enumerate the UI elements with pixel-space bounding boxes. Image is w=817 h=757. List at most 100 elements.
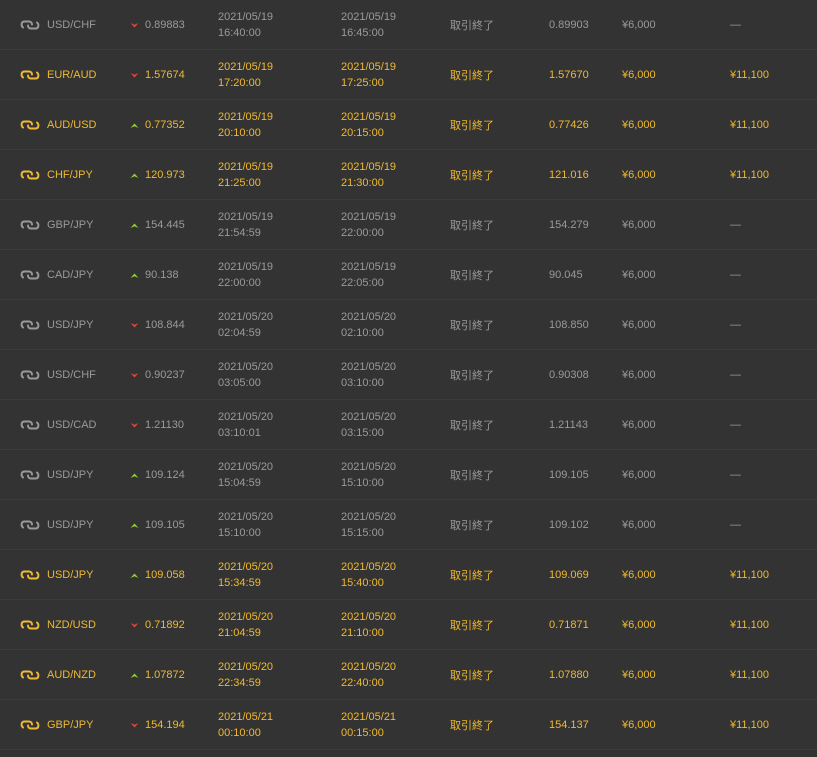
- open-time-cell: 2021/05/21 00:10:00: [218, 700, 273, 750]
- end-rate: 1.57670: [549, 69, 589, 81]
- low-arrow-icon: [130, 71, 139, 80]
- end-rate-cell: 90.045: [549, 250, 583, 300]
- close-date: 2021/05/20: [341, 411, 397, 423]
- trade-row-8[interactable]: USD/CHF 0.90237 2021/05/20 03:05:00 2021…: [0, 350, 817, 400]
- currency-pair-label: USD/CHF: [47, 19, 96, 31]
- entry-rate-cell: 0.89883: [130, 0, 185, 50]
- currency-pair-icon: [20, 318, 40, 332]
- trade-row-11[interactable]: USD/JPY 109.105 2021/05/20 15:10:00 2021…: [0, 500, 817, 550]
- payout-amount: —: [730, 319, 741, 331]
- entry-rate-cell: 154.445: [130, 200, 185, 250]
- status-cell: 取引終了: [450, 600, 494, 650]
- trade-row-6[interactable]: CAD/JPY 90.138 2021/05/19 22:00:00 2021/…: [0, 250, 817, 300]
- open-time: 15:04:59: [218, 477, 261, 489]
- trade-row-7[interactable]: USD/JPY 108.844 2021/05/20 02:04:59 2021…: [0, 300, 817, 350]
- entry-rate-cell: 90.138: [130, 250, 179, 300]
- trade-row-5[interactable]: GBP/JPY 154.445 2021/05/19 21:54:59 2021…: [0, 200, 817, 250]
- close-time-cell: 2021/05/19 22:05:00: [341, 250, 396, 300]
- open-date: 2021/05/20: [218, 611, 274, 623]
- open-time-cell: 2021/05/20 21:04:59: [218, 600, 273, 650]
- currency-pair-label: CHF/JPY: [47, 169, 93, 181]
- payout-amount: ¥11,100: [730, 619, 769, 631]
- open-time-cell: 2021/05/20 15:34:59: [218, 550, 273, 600]
- entry-rate: 0.90237: [145, 369, 185, 381]
- close-time-cell: 2021/05/20 15:10:00: [341, 450, 396, 500]
- end-rate-cell: 0.71871: [549, 600, 589, 650]
- trade-row-3[interactable]: AUD/USD 0.77352 2021/05/19 20:10:00 2021…: [0, 100, 817, 150]
- pair-cell: USD/CHF: [20, 350, 96, 400]
- close-date: 2021/05/19: [341, 161, 397, 173]
- purchase-amount: ¥6,000: [622, 669, 656, 681]
- close-time: 21:30:00: [341, 177, 384, 189]
- trade-row-12[interactable]: USD/JPY 109.058 2021/05/20 15:34:59 2021…: [0, 550, 817, 600]
- currency-pair-icon: [20, 668, 40, 682]
- end-rate: 1.21143: [549, 419, 588, 431]
- open-date: 2021/05/19: [218, 161, 274, 173]
- amount-cell: ¥6,000: [622, 550, 656, 600]
- close-time-cell: 2021/05/20 15:15:00: [341, 500, 396, 550]
- status-cell: 取引終了: [450, 500, 494, 550]
- currency-pair-icon: [20, 618, 40, 632]
- amount-cell: ¥6,000: [622, 350, 656, 400]
- close-time: 22:05:00: [341, 277, 384, 289]
- payout-amount: ¥11,100: [730, 69, 769, 81]
- payout-cell: ¥11,100: [730, 600, 769, 650]
- open-date: 2021/05/20: [218, 661, 274, 673]
- trade-status: 取引終了: [450, 369, 494, 382]
- open-time-cell: 2021/05/19 17:20:00: [218, 50, 273, 100]
- end-rate: 121.016: [549, 169, 589, 181]
- end-rate-cell: 0.77426: [549, 100, 589, 150]
- trade-status: 取引終了: [450, 519, 494, 532]
- trade-status: 取引終了: [450, 69, 494, 82]
- close-time-cell: 2021/05/19 21:30:00: [341, 150, 396, 200]
- open-time: 03:05:00: [218, 377, 261, 389]
- payout-amount: ¥11,100: [730, 119, 769, 131]
- low-arrow-icon: [130, 421, 139, 430]
- open-date: 2021/05/19: [218, 261, 274, 273]
- purchase-amount: ¥6,000: [622, 169, 656, 181]
- close-time: 22:40:00: [341, 677, 384, 689]
- payout-cell: ¥11,100: [730, 150, 769, 200]
- currency-pair-icon: [20, 718, 40, 732]
- pair-cell: EUR/AUD: [20, 50, 97, 100]
- trade-row-2[interactable]: EUR/AUD 1.57674 2021/05/19 17:20:00 2021…: [0, 50, 817, 100]
- pair-cell: USD/CAD: [20, 400, 97, 450]
- entry-rate-cell: 0.90237: [130, 350, 185, 400]
- purchase-amount: ¥6,000: [622, 519, 656, 531]
- close-time-cell: 2021/05/19 20:15:00: [341, 100, 396, 150]
- open-time: 21:25:00: [218, 177, 261, 189]
- end-rate-cell: 1.57670: [549, 50, 589, 100]
- close-date: 2021/05/19: [341, 11, 397, 23]
- close-time-cell: 2021/05/19 16:45:00: [341, 0, 396, 50]
- high-arrow-icon: [130, 171, 139, 180]
- open-date: 2021/05/19: [218, 111, 274, 123]
- payout-amount: ¥11,100: [730, 669, 769, 681]
- open-time-cell: 2021/05/19 21:54:59: [218, 200, 273, 250]
- close-time-cell: 2021/05/20 15:40:00: [341, 550, 396, 600]
- trade-row-14[interactable]: AUD/NZD 1.07872 2021/05/20 22:34:59 2021…: [0, 650, 817, 700]
- open-date: 2021/05/21: [218, 711, 274, 723]
- open-time: 16:40:00: [218, 27, 261, 39]
- trade-row-13[interactable]: NZD/USD 0.71892 2021/05/20 21:04:59 2021…: [0, 600, 817, 650]
- amount-cell: ¥6,000: [622, 100, 656, 150]
- currency-pair-label: GBP/JPY: [47, 719, 94, 731]
- trade-row-15[interactable]: GBP/JPY 154.194 2021/05/21 00:10:00 2021…: [0, 700, 817, 750]
- payout-amount: —: [730, 419, 741, 431]
- payout-cell: —: [730, 500, 741, 550]
- pair-cell: USD/JPY: [20, 550, 93, 600]
- close-date: 2021/05/20: [341, 661, 397, 673]
- end-rate-cell: 1.21143: [549, 400, 588, 450]
- end-rate: 0.71871: [549, 619, 589, 631]
- trade-row-9[interactable]: USD/CAD 1.21130 2021/05/20 03:10:01 2021…: [0, 400, 817, 450]
- amount-cell: ¥6,000: [622, 50, 656, 100]
- end-rate-cell: 121.016: [549, 150, 589, 200]
- entry-rate: 154.194: [145, 719, 185, 731]
- trade-row-1[interactable]: USD/CHF 0.89883 2021/05/19 16:40:00 2021…: [0, 0, 817, 50]
- end-rate: 0.90308: [549, 369, 589, 381]
- trade-status: 取引終了: [450, 619, 494, 632]
- open-date: 2021/05/20: [218, 461, 274, 473]
- trade-row-10[interactable]: USD/JPY 109.124 2021/05/20 15:04:59 2021…: [0, 450, 817, 500]
- currency-pair-label: USD/CHF: [47, 369, 96, 381]
- trade-row-4[interactable]: CHF/JPY 120.973 2021/05/19 21:25:00 2021…: [0, 150, 817, 200]
- currency-pair-icon: [20, 418, 40, 432]
